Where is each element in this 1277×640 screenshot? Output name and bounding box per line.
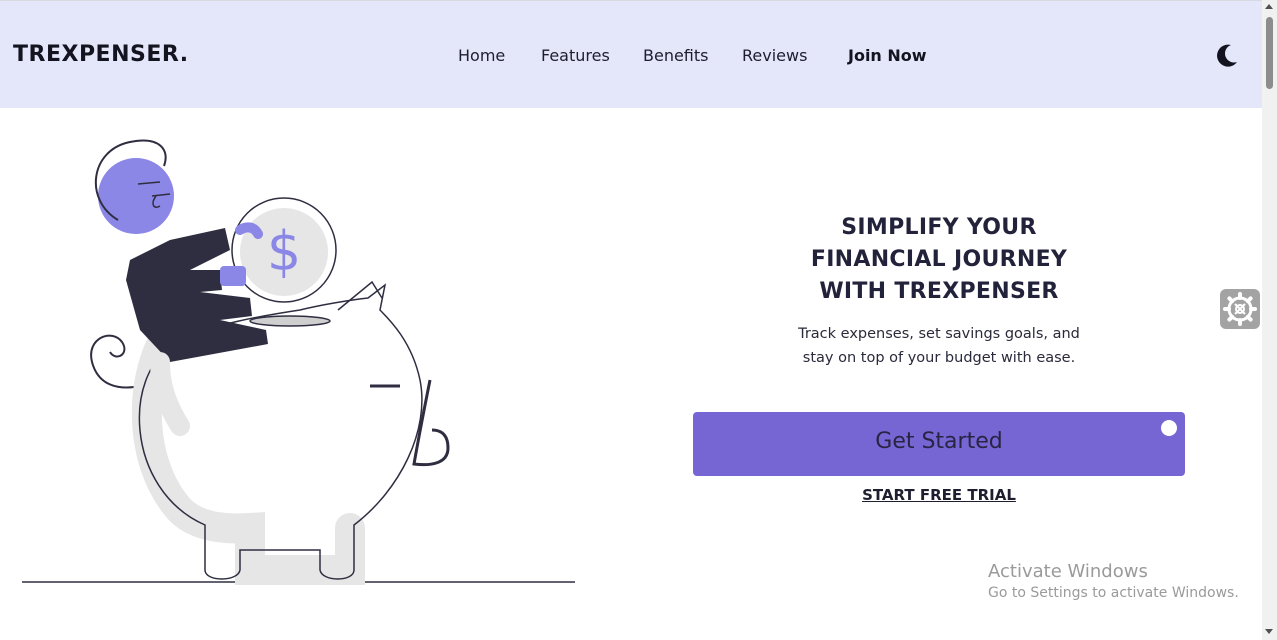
nav-link-features[interactable]: Features: [541, 46, 610, 65]
activate-windows-subtitle: Go to Settings to activate Windows.: [988, 585, 1239, 601]
activate-windows-watermark: Activate Windows Go to Settings to activ…: [988, 561, 1239, 601]
activate-windows-title: Activate Windows: [988, 561, 1148, 582]
scroll-thumb[interactable]: [1266, 17, 1273, 89]
nav-link-benefits[interactable]: Benefits: [643, 46, 709, 65]
coin-dollar-symbol: $: [267, 220, 301, 283]
button-indicator-dot: [1161, 420, 1177, 436]
theme-toggle-button[interactable]: [1212, 41, 1242, 71]
get-started-button[interactable]: Get Started: [693, 412, 1185, 476]
page: TREXPENSER. Home Features Benefits Revie…: [0, 0, 1262, 640]
moon-icon: [1217, 44, 1237, 67]
settings-widget-button[interactable]: [1220, 289, 1260, 329]
nav-link-join-now[interactable]: Join Now: [848, 46, 927, 65]
get-started-label: Get Started: [875, 429, 1003, 454]
hero-subtitle: Track expenses, set savings goals, and s…: [798, 326, 1080, 366]
navbar: TREXPENSER. Home Features Benefits Revie…: [0, 0, 1262, 108]
nav-link-reviews[interactable]: Reviews: [742, 46, 807, 65]
gear-icon: [1223, 292, 1257, 326]
scroll-down-arrow-icon[interactable]: [1265, 629, 1273, 634]
brand-logo[interactable]: TREXPENSER.: [13, 42, 189, 67]
start-free-trial-link[interactable]: START FREE TRIAL: [693, 486, 1185, 504]
scroll-up-arrow-icon[interactable]: [1265, 4, 1273, 9]
nav-link-home[interactable]: Home: [458, 46, 505, 65]
hero-title: SIMPLIFY YOUR FINANCIAL JOURNEY WITH TRE…: [810, 215, 1068, 304]
piggy-bank-illustration: $: [20, 130, 580, 590]
hero-text: SIMPLIFY YOUR FINANCIAL JOURNEY WITH TRE…: [693, 212, 1185, 370]
vertical-scrollbar[interactable]: [1262, 0, 1277, 640]
